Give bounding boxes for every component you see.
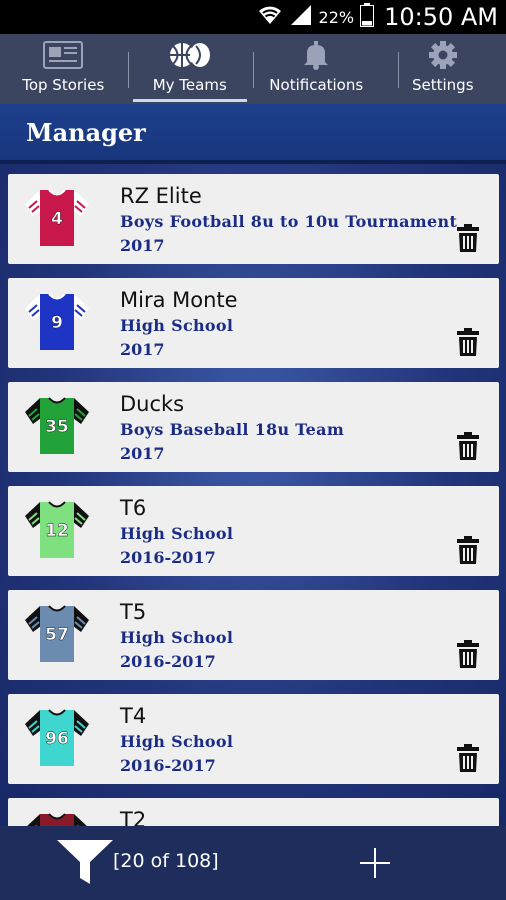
- tab-top-stories[interactable]: Top Stories: [0, 34, 127, 104]
- tab-divider: [253, 52, 254, 88]
- team-card[interactable]: 57 T5 High School 2016-2017: [8, 590, 499, 680]
- team-card[interactable]: 96 T4 High School 2016-2017: [8, 694, 499, 784]
- tab-notifications[interactable]: Notifications: [253, 34, 380, 104]
- team-season: 2016-2017: [120, 756, 216, 775]
- team-description: High School: [120, 628, 234, 647]
- jersey-icon: 57: [24, 604, 90, 664]
- team-card[interactable]: 4 RZ Elite Boys Football 8u to 10u Tournam…: [8, 174, 499, 264]
- jersey-icon: 4: [24, 188, 90, 248]
- tab-my-teams[interactable]: My Teams: [127, 34, 254, 104]
- clock: 10:50 AM: [384, 3, 498, 31]
- jersey-icon: 35: [24, 396, 90, 456]
- trash-icon[interactable]: [457, 432, 479, 460]
- bell-icon: [302, 38, 330, 72]
- jersey-number: 96: [45, 729, 69, 749]
- team-list: 4 RZ Elite Boys Football 8u to 10u Tournam…: [0, 164, 506, 826]
- top-tab-bar: Top Stories My Teams Notifications Setti…: [0, 34, 506, 104]
- jersey-icon: [24, 812, 90, 826]
- signal-icon: [289, 4, 313, 30]
- tab-label: My Teams: [152, 76, 227, 94]
- tab-label: Top Stories: [22, 76, 105, 94]
- team-name: T2: [120, 808, 147, 826]
- jersey-number: 35: [45, 417, 69, 437]
- team-name: T6: [120, 496, 147, 520]
- trash-icon[interactable]: [457, 224, 479, 252]
- battery-icon: [360, 3, 375, 31]
- team-season: 2016-2017: [120, 652, 216, 671]
- trash-icon[interactable]: [457, 744, 479, 772]
- team-name: T4: [120, 704, 147, 728]
- jersey-number: 4: [51, 209, 63, 229]
- jersey-number: 9: [51, 313, 63, 333]
- team-card[interactable]: T2: [8, 798, 499, 826]
- tab-label: Settings: [411, 76, 474, 94]
- status-bar: 22% 10:50 AM: [0, 0, 506, 34]
- jersey-number: 12: [45, 521, 69, 541]
- team-season: 2017: [120, 340, 165, 359]
- jersey-number: 57: [45, 625, 69, 645]
- team-name: Ducks: [120, 392, 185, 416]
- gear-icon: [428, 38, 458, 72]
- jersey-icon: 12: [24, 500, 90, 560]
- trash-icon[interactable]: [457, 328, 479, 356]
- team-description: High School: [120, 524, 234, 543]
- team-season: 2017: [120, 236, 165, 255]
- team-name: Mira Monte: [120, 288, 238, 312]
- team-name: T5: [120, 600, 147, 624]
- team-card[interactable]: 35 Ducks Boys Baseball 18u Team 2017: [8, 382, 499, 472]
- team-card[interactable]: 9 Mira Monte High School 2017: [8, 278, 499, 368]
- tab-divider: [128, 52, 129, 88]
- tab-label: Notifications: [269, 76, 364, 94]
- jersey-icon: 9: [24, 292, 90, 352]
- trash-icon[interactable]: [457, 640, 479, 668]
- newspaper-icon: [43, 38, 84, 72]
- page-title: Manager: [0, 104, 506, 164]
- add-icon[interactable]: [358, 846, 392, 880]
- team-season: 2017: [120, 444, 165, 463]
- team-name: RZ Elite: [120, 184, 202, 208]
- team-description: Boys Baseball 18u Team: [120, 420, 345, 439]
- tab-divider: [398, 52, 399, 88]
- jersey-icon: 96: [24, 708, 90, 768]
- trash-icon[interactable]: [457, 536, 479, 564]
- team-season: 2016-2017: [120, 548, 216, 567]
- wifi-icon: [257, 4, 283, 30]
- bottom-bar: [20 of 108]: [0, 826, 506, 900]
- filter-icon[interactable]: [56, 838, 114, 886]
- team-description: High School: [120, 732, 234, 751]
- team-description: High School: [120, 316, 234, 335]
- sports-balls-icon: [168, 38, 212, 72]
- team-description: Boys Football 8u to 10u Tournament: [120, 212, 458, 231]
- battery-percent: 22%: [318, 7, 355, 27]
- result-count: [20 of 108]: [113, 850, 219, 872]
- team-card[interactable]: 12 T6 High School 2016-2017: [8, 486, 499, 576]
